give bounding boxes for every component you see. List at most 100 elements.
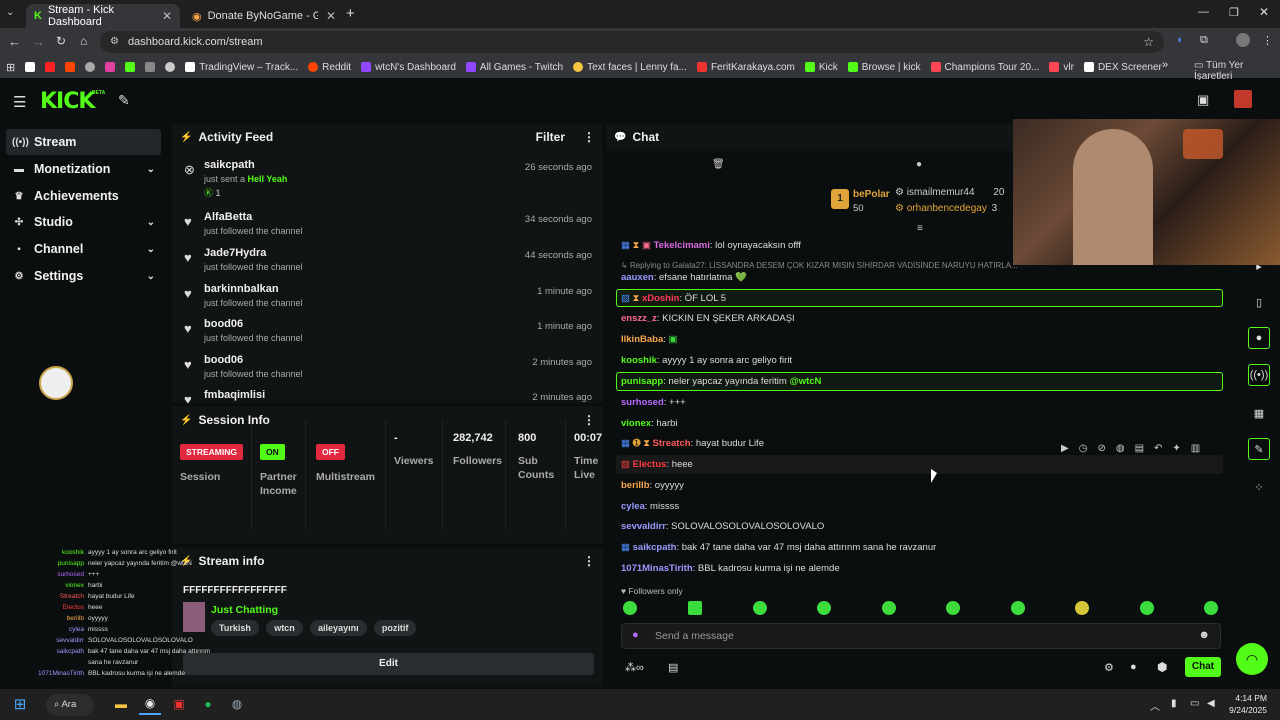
windows-start-icon[interactable]: ⊞ bbox=[9, 693, 31, 715]
chat-username[interactable]: vionex bbox=[621, 418, 651, 429]
kebab-menu-icon[interactable]: ⋮ bbox=[583, 130, 595, 144]
bookmark-browse-kick[interactable]: Browse | kick bbox=[847, 62, 921, 73]
stream-tag[interactable]: wtcn bbox=[266, 620, 303, 636]
multistream-badge[interactable]: OFF bbox=[316, 444, 345, 460]
activity-username[interactable]: barkinnbalkan bbox=[204, 283, 279, 295]
stream-tag[interactable]: aileyayını bbox=[310, 620, 367, 636]
category-link[interactable]: Just Chatting bbox=[211, 604, 278, 616]
rail-broadcast-icon[interactable]: ((•)) bbox=[1248, 364, 1270, 386]
close-icon[interactable]: ✕ bbox=[162, 9, 172, 23]
emote-button[interactable] bbox=[1011, 601, 1025, 615]
sidebar-item-achievements[interactable]: ♛ Achievements bbox=[6, 183, 161, 209]
stream-tag[interactable]: Turkish bbox=[211, 620, 259, 636]
leader-name[interactable]: ismailmemur44 bbox=[907, 187, 975, 198]
ban-icon[interactable]: ⊘ bbox=[1097, 443, 1105, 454]
emote-button[interactable] bbox=[1204, 601, 1218, 615]
volume-icon[interactable]: ◀ bbox=[1207, 698, 1215, 709]
extension-icon[interactable]: ◖ bbox=[1176, 34, 1183, 46]
pen-tool-icon[interactable]: ✎ bbox=[118, 92, 130, 109]
star-icon[interactable]: ☆ bbox=[1143, 31, 1154, 53]
rail-document-icon[interactable]: ▯ bbox=[1248, 291, 1270, 313]
timeout-icon[interactable]: ◷ bbox=[1079, 443, 1088, 454]
reload-icon[interactable]: ↻ bbox=[56, 34, 66, 48]
rail-print-icon[interactable]: ▦ bbox=[1248, 402, 1270, 424]
rail-chat-icon[interactable]: ● bbox=[1248, 327, 1270, 349]
bookmark-icon[interactable] bbox=[145, 62, 156, 72]
tab-donate[interactable]: ◉ Donate ByNoGame - Gelen/Gid ✕ bbox=[184, 4, 344, 28]
support-chat-icon[interactable]: ◠ bbox=[1236, 643, 1268, 675]
settings-icon[interactable]: ⚙ bbox=[1104, 661, 1114, 674]
site-info-icon[interactable]: ⚙ bbox=[110, 31, 119, 53]
pin-icon[interactable]: ✦ bbox=[1172, 443, 1180, 454]
all-bookmarks-button[interactable]: ▭ Tüm Yer İşaretleri bbox=[1194, 60, 1280, 82]
sidebar-item-studio[interactable]: ✣ Studio ⌄ bbox=[6, 209, 161, 235]
new-tab-icon[interactable]: + bbox=[346, 5, 355, 22]
store-icon[interactable]: ▤ bbox=[668, 661, 678, 674]
chat-username[interactable]: Tekelcimami bbox=[654, 240, 710, 251]
emoji-icon[interactable]: ☻ bbox=[1198, 629, 1210, 641]
kebab-menu-icon[interactable]: ⋮ bbox=[583, 554, 595, 568]
bookmark-vlr[interactable]: vlr bbox=[1049, 62, 1074, 73]
activity-username[interactable]: saikcpath bbox=[204, 159, 255, 171]
bookmark-reddit[interactable]: Reddit bbox=[308, 62, 351, 73]
emote-button[interactable] bbox=[946, 601, 960, 615]
chat-username[interactable]: xDoshin bbox=[642, 293, 679, 304]
sidebar-item-channel[interactable]: ▪ Channel ⌄ bbox=[6, 236, 161, 262]
chrome-icon[interactable]: ◉ bbox=[139, 693, 161, 715]
microphone-tray-icon[interactable]: ▮ bbox=[1171, 698, 1177, 709]
copy-icon[interactable]: ▤ bbox=[1135, 443, 1144, 454]
back-icon[interactable]: ← bbox=[8, 34, 21, 49]
leader-name[interactable]: bePolar bbox=[853, 189, 890, 200]
sidebar-item-monetization[interactable]: ▬ Monetization ⌄ bbox=[6, 156, 161, 182]
bookmark-champions[interactable]: Champions Tour 20... bbox=[930, 62, 1039, 73]
app-icon[interactable]: ▣ bbox=[168, 693, 190, 715]
maximize-icon[interactable]: ❐ bbox=[1229, 6, 1239, 19]
web-bookmark-icon[interactable] bbox=[85, 62, 96, 72]
spotify-icon[interactable]: ● bbox=[197, 693, 219, 715]
close-window-icon[interactable]: ✕ bbox=[1259, 5, 1269, 19]
trash-icon[interactable]: 🗑 bbox=[712, 159, 725, 170]
sidebar-item-settings[interactable]: ⚙ Settings ⌄ bbox=[6, 263, 161, 289]
user-avatar[interactable] bbox=[1234, 90, 1252, 108]
chat-username[interactable]: 1071MinasTirith bbox=[621, 563, 693, 574]
microphone-icon[interactable]: ● bbox=[632, 629, 639, 641]
tab-search-icon[interactable]: ⌄ bbox=[6, 7, 14, 18]
bookmark-icon[interactable] bbox=[125, 62, 136, 72]
play-icon[interactable]: ▶ bbox=[1061, 443, 1069, 454]
rail-network-icon[interactable]: ⁘ bbox=[1248, 476, 1270, 498]
more-bookmarks-icon[interactable]: » bbox=[1162, 59, 1168, 71]
profile-avatar[interactable] bbox=[1236, 33, 1250, 47]
hamburger-menu-icon[interactable]: ☰ bbox=[13, 93, 26, 111]
chat-username[interactable]: sevvaldirr bbox=[621, 521, 666, 532]
chat-icon[interactable]: ● bbox=[916, 159, 922, 170]
menu-kebab-icon[interactable]: ⋮ bbox=[1262, 34, 1273, 47]
activity-username[interactable]: AlfaBetta bbox=[204, 211, 252, 223]
bookmark-feritkarakaya[interactable]: FeritKarakaya.com bbox=[696, 62, 795, 73]
gift-icon[interactable]: ⬢ bbox=[1157, 660, 1167, 674]
bookmark-tradingview[interactable]: TradingView – Track... bbox=[185, 62, 298, 73]
tab-kick-dashboard[interactable]: K Stream - Kick Dashboard ✕ bbox=[26, 4, 180, 28]
file-explorer-icon[interactable]: ▬ bbox=[110, 693, 132, 715]
extensions-puzzle-icon[interactable]: ⧉ bbox=[1200, 34, 1208, 47]
chat-input[interactable]: ● Send a message ☻ bbox=[621, 623, 1221, 649]
activity-username[interactable]: bood06 bbox=[204, 318, 243, 330]
clock-time[interactable]: 4:14 PM bbox=[1231, 693, 1267, 703]
reddit-small-icon[interactable] bbox=[65, 62, 76, 72]
emote-button[interactable] bbox=[1140, 601, 1154, 615]
bookmark-icon[interactable] bbox=[165, 62, 176, 72]
chat-username[interactable]: surhosed bbox=[621, 397, 664, 408]
chat-username[interactable]: Streatch bbox=[653, 438, 691, 449]
sidebar-item-stream[interactable]: ((•)) Stream bbox=[6, 129, 161, 155]
steam-icon[interactable]: ◍ bbox=[226, 693, 248, 715]
x-bookmark-icon[interactable] bbox=[25, 62, 36, 72]
pinned-expand-icon[interactable]: ≡ bbox=[917, 223, 923, 234]
chat-bubble-icon[interactable]: ● bbox=[1130, 661, 1137, 673]
activity-username[interactable]: Jade7Hydra bbox=[204, 247, 266, 259]
home-icon[interactable]: ⌂ bbox=[80, 34, 87, 48]
youtube-bookmark-icon[interactable] bbox=[45, 62, 56, 72]
apps-grid-icon[interactable]: ⊞ bbox=[6, 61, 15, 74]
delete-icon[interactable]: ▥ bbox=[1191, 443, 1200, 454]
emote-button[interactable] bbox=[623, 601, 637, 615]
minimize-icon[interactable]: — bbox=[1198, 6, 1209, 18]
chat-username[interactable]: aauxen bbox=[621, 272, 654, 283]
